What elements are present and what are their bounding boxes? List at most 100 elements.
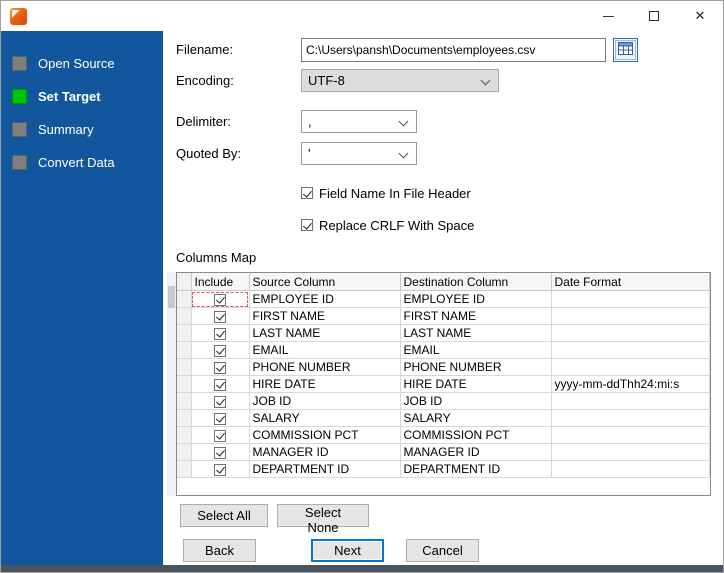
date-format-cell[interactable] — [551, 358, 710, 376]
field-name-header-row: Field Name In File Header — [301, 185, 723, 201]
date-format-cell[interactable] — [551, 307, 710, 325]
minimize-icon — [602, 15, 614, 17]
minimize-button[interactable] — [585, 1, 631, 31]
filename-input[interactable] — [301, 37, 606, 62]
date-format-cell[interactable] — [551, 443, 710, 461]
row-header[interactable] — [177, 443, 192, 461]
date-format-cell[interactable] — [551, 324, 710, 342]
date-format-cell[interactable] — [551, 290, 710, 308]
replace-crlf-row: Replace CRLF With Space — [301, 217, 723, 233]
destination-column-cell[interactable]: EMPLOYEE ID — [400, 290, 552, 308]
include-checkbox[interactable] — [214, 446, 226, 459]
back-button[interactable]: Back — [183, 539, 256, 562]
header-date-format[interactable]: Date Format — [551, 273, 710, 291]
scrollbar-thumb[interactable] — [168, 286, 175, 308]
include-checkbox[interactable] — [214, 395, 226, 408]
next-button[interactable]: Next — [311, 539, 384, 562]
include-checkbox[interactable] — [214, 378, 226, 391]
source-column-cell[interactable]: HIRE DATE — [249, 375, 401, 393]
table-row: HIRE DATE HIRE DATE yyyy-mm-ddThh24:mi:s — [177, 375, 710, 393]
cancel-button[interactable]: Cancel — [406, 539, 479, 562]
step-label: Set Target — [38, 89, 101, 104]
table-header-row: Include Source Column Destination Column… — [177, 273, 710, 291]
row-header[interactable] — [177, 392, 192, 410]
source-column-cell[interactable]: SALARY — [249, 409, 401, 427]
source-column-cell[interactable]: MANAGER ID — [249, 443, 401, 461]
header-source-column[interactable]: Source Column — [249, 273, 401, 291]
include-checkbox[interactable] — [214, 412, 226, 425]
date-format-cell[interactable] — [551, 409, 710, 427]
browse-button[interactable] — [613, 37, 638, 62]
step-label: Convert Data — [38, 155, 115, 170]
destination-column-cell[interactable]: SALARY — [400, 409, 552, 427]
titlebar: ✕ — [1, 1, 723, 31]
destination-column-cell[interactable]: LAST NAME — [400, 324, 552, 342]
destination-column-cell[interactable]: JOB ID — [400, 392, 552, 410]
source-column-cell[interactable]: EMAIL — [249, 341, 401, 359]
maximize-button[interactable] — [631, 1, 677, 31]
columns-map-area: Include Source Column Destination Column… — [167, 272, 711, 496]
window-bottom-edge — [1, 565, 723, 572]
select-none-button[interactable]: Select None — [277, 504, 369, 535]
quoted-by-select[interactable]: ' — [301, 141, 417, 165]
source-column-cell[interactable]: JOB ID — [249, 392, 401, 410]
encoding-select[interactable]: UTF-8 — [301, 68, 499, 92]
date-format-cell[interactable] — [551, 341, 710, 359]
date-format-cell[interactable]: yyyy-mm-ddThh24:mi:s — [551, 375, 710, 393]
destination-column-cell[interactable]: MANAGER ID — [400, 443, 552, 461]
destination-column-cell[interactable]: FIRST NAME — [400, 307, 552, 325]
include-checkbox[interactable] — [214, 310, 226, 323]
step-label: Open Source — [38, 56, 115, 71]
table-row: EMAIL EMAIL — [177, 341, 710, 359]
table-row: FIRST NAME FIRST NAME — [177, 307, 710, 325]
field-name-header-checkbox[interactable] — [301, 187, 313, 199]
date-format-cell[interactable] — [551, 392, 710, 410]
include-checkbox[interactable] — [214, 361, 226, 374]
destination-column-cell[interactable]: HIRE DATE — [400, 375, 552, 393]
sidebar-step-convert-data[interactable]: Convert Data — [1, 146, 163, 179]
destination-column-cell[interactable]: PHONE NUMBER — [400, 358, 552, 376]
row-header[interactable] — [177, 426, 192, 444]
destination-column-cell[interactable]: DEPARTMENT ID — [400, 460, 552, 478]
row-header[interactable] — [177, 307, 192, 325]
quoted-by-row: Quoted By: ' — [176, 141, 723, 165]
include-checkbox[interactable] — [214, 293, 226, 306]
row-header[interactable] — [177, 409, 192, 427]
source-column-cell[interactable]: EMPLOYEE ID — [249, 290, 401, 308]
select-all-button[interactable]: Select All — [180, 504, 268, 527]
source-column-cell[interactable]: DEPARTMENT ID — [249, 460, 401, 478]
columns-map-title: Columns Map — [176, 250, 257, 265]
step-indicator-square — [12, 122, 27, 137]
date-format-cell[interactable] — [551, 426, 710, 444]
include-checkbox[interactable] — [214, 429, 226, 442]
row-header[interactable] — [177, 460, 192, 478]
row-header[interactable] — [177, 375, 192, 393]
vertical-scrollbar[interactable] — [167, 272, 176, 496]
row-header[interactable] — [177, 341, 192, 359]
source-column-cell[interactable]: PHONE NUMBER — [249, 358, 401, 376]
step-indicator-square — [12, 56, 27, 71]
include-checkbox[interactable] — [214, 327, 226, 340]
header-destination-column[interactable]: Destination Column — [400, 273, 552, 291]
include-checkbox[interactable] — [214, 344, 226, 357]
row-header[interactable] — [177, 324, 192, 342]
include-checkbox[interactable] — [214, 463, 226, 476]
source-column-cell[interactable]: LAST NAME — [249, 324, 401, 342]
destination-column-cell[interactable]: COMMISSION PCT — [400, 426, 552, 444]
replace-crlf-checkbox[interactable] — [301, 219, 313, 231]
row-header[interactable] — [177, 290, 192, 308]
destination-column-cell[interactable]: EMAIL — [400, 341, 552, 359]
table-row: JOB ID JOB ID — [177, 392, 710, 410]
sidebar-step-open-source[interactable]: Open Source — [1, 47, 163, 80]
close-button[interactable]: ✕ — [677, 1, 723, 31]
header-include[interactable]: Include — [191, 273, 250, 291]
sidebar-step-summary[interactable]: Summary — [1, 113, 163, 146]
quoted-by-value: ' — [308, 145, 311, 161]
delimiter-select[interactable]: , — [301, 109, 417, 133]
source-column-cell[interactable]: FIRST NAME — [249, 307, 401, 325]
selection-buttons-row: Select All Select None — [180, 504, 723, 535]
row-header[interactable] — [177, 358, 192, 376]
date-format-cell[interactable] — [551, 460, 710, 478]
source-column-cell[interactable]: COMMISSION PCT — [249, 426, 401, 444]
sidebar-step-set-target[interactable]: Set Target — [1, 80, 163, 113]
